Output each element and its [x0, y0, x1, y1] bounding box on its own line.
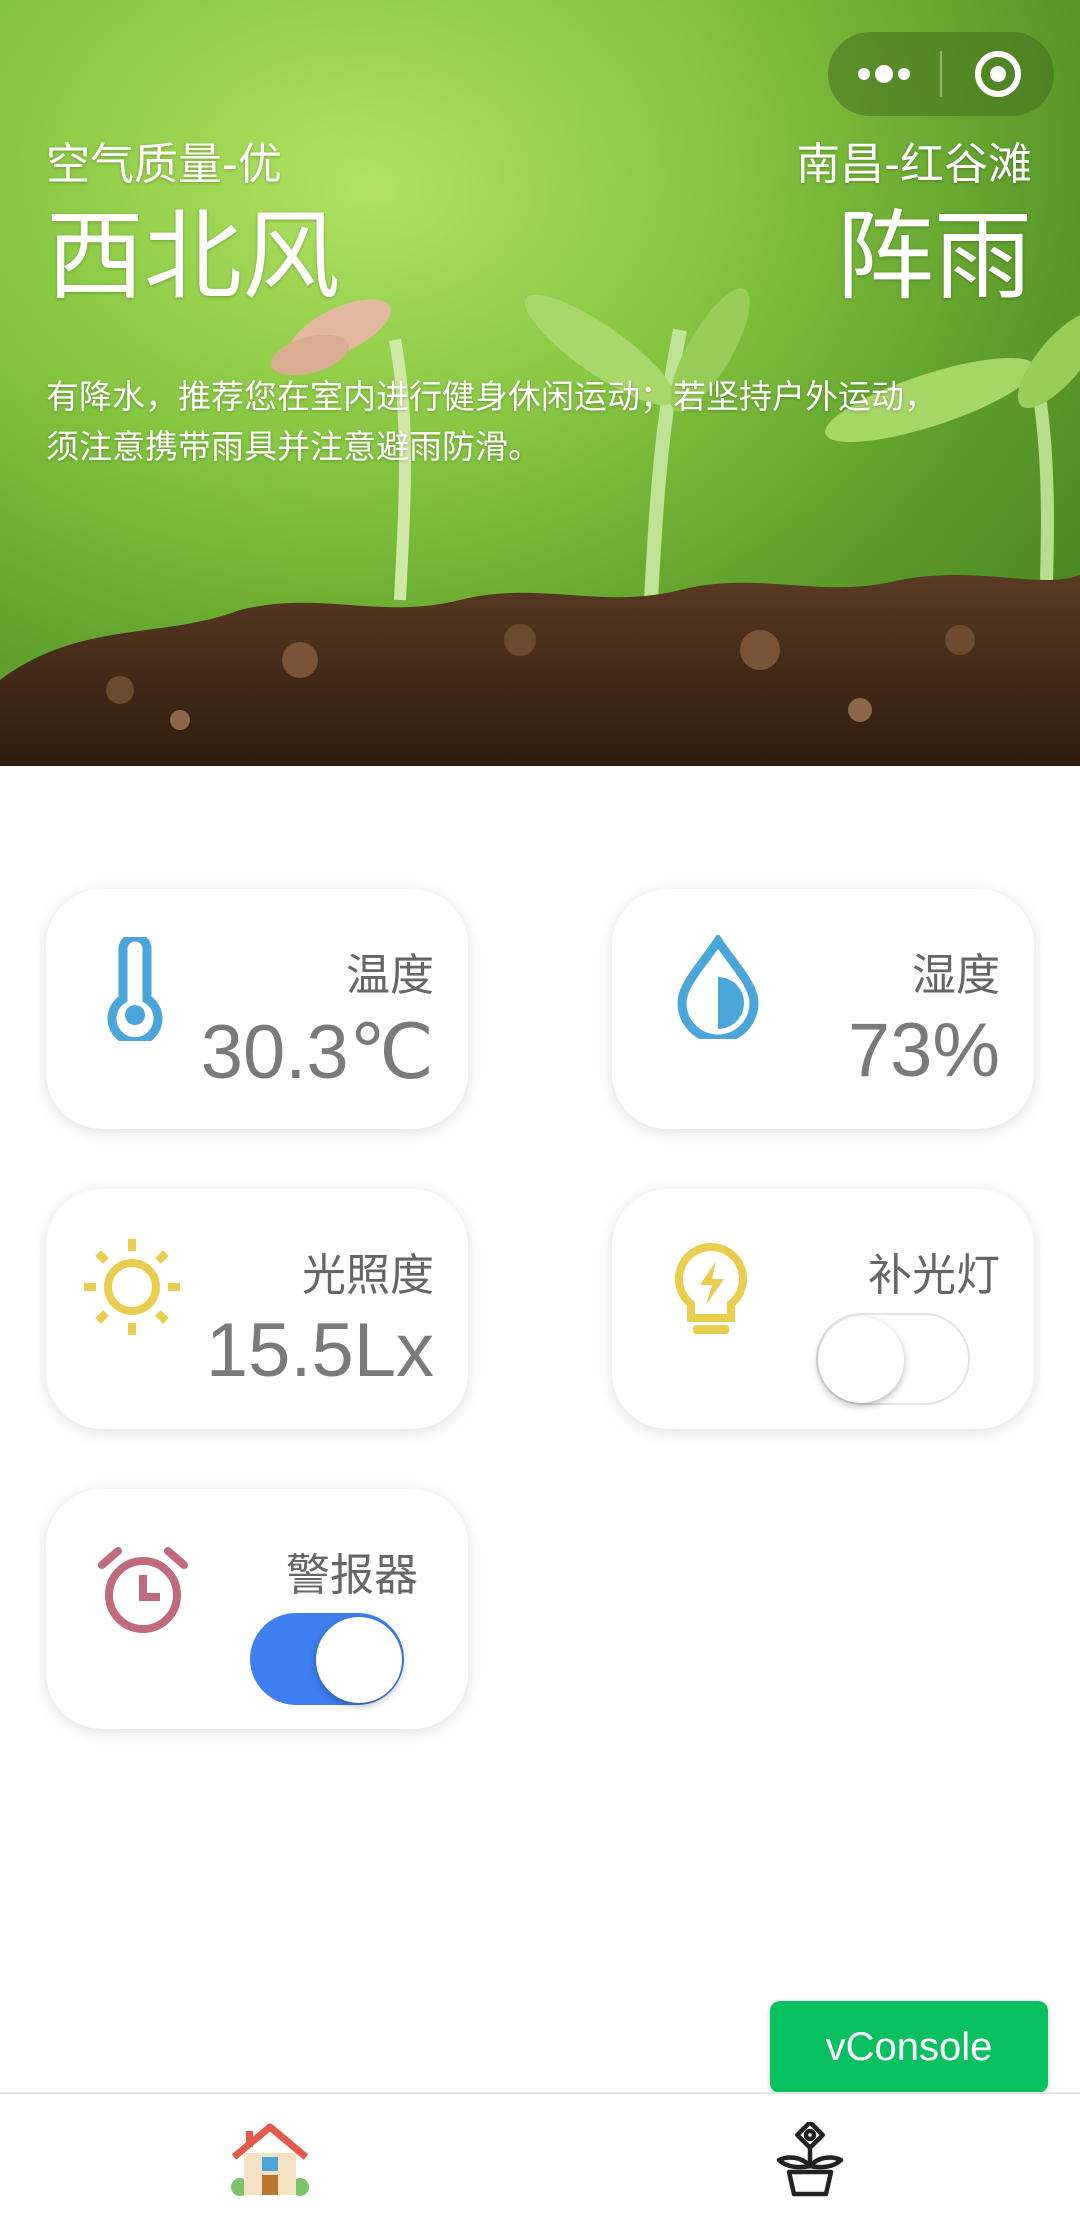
plant-pot-icon — [776, 2121, 844, 2196]
humidity-label: 湿度 — [912, 950, 1000, 1001]
switch-knob — [316, 1617, 402, 1703]
temperature-card: 温度 30.3℃ — [46, 889, 468, 1129]
sun-icon — [84, 1239, 180, 1335]
weather-banner: 空气质量-优 南昌-红谷滩 西北风 阵雨 有降水，推荐您在室内进行健身休闲运动；… — [0, 0, 1080, 766]
fill-light-label: 补光灯 — [868, 1250, 1000, 1301]
tab-home[interactable] — [0, 2094, 540, 2223]
tab-bar — [0, 2092, 1080, 2223]
vconsole-button[interactable]: vConsole — [770, 2001, 1048, 2093]
alarm-switch[interactable] — [250, 1613, 404, 1705]
weather-advice: 有降水，推荐您在室内进行健身休闲运动；若坚持户外运动， 须注意携带雨具并注意避雨… — [46, 372, 1036, 472]
light-value: 15.5Lx — [205, 1308, 434, 1393]
location: 南昌-红谷滩 — [796, 139, 1032, 190]
humidity-card: 湿度 73% — [612, 889, 1034, 1129]
alarm-label: 警报器 — [286, 1550, 418, 1601]
more-button[interactable] — [828, 32, 940, 116]
advice-line-2: 须注意携带雨具并注意避雨防滑。 — [46, 427, 541, 466]
temperature-value: 30.3℃ — [200, 1010, 434, 1095]
thermometer-icon — [107, 937, 163, 1041]
wind-direction: 西北风 — [46, 200, 341, 314]
lightbulb-icon — [674, 1242, 748, 1334]
app-page: 空气质量-优 南昌-红谷滩 西北风 阵雨 有降水，推荐您在室内进行健身休闲运动；… — [0, 0, 1080, 2223]
light-card: 光照度 15.5Lx — [46, 1189, 468, 1429]
close-button[interactable] — [942, 32, 1054, 116]
air-quality: 空气质量-优 — [46, 139, 282, 190]
target-close-icon — [975, 51, 1021, 97]
fill-light-card: 补光灯 — [612, 1189, 1034, 1429]
home-icon — [231, 2123, 309, 2196]
humidity-value: 73% — [847, 1008, 1000, 1093]
alarm-card: 警报器 — [46, 1489, 468, 1729]
weather-condition: 阵雨 — [835, 200, 1032, 314]
tab-plant[interactable] — [540, 2094, 1080, 2223]
more-dots-icon — [858, 65, 910, 83]
mini-program-capsule — [828, 32, 1054, 116]
temperature-label: 温度 — [346, 950, 434, 1001]
switch-knob — [818, 1317, 904, 1403]
fill-light-switch[interactable] — [816, 1313, 970, 1405]
water-drop-icon — [677, 935, 759, 1039]
advice-line-1: 有降水，推荐您在室内进行健身休闲运动；若坚持户外运动， — [46, 377, 937, 416]
light-label: 光照度 — [302, 1250, 434, 1301]
alarm-clock-icon — [98, 1547, 188, 1633]
